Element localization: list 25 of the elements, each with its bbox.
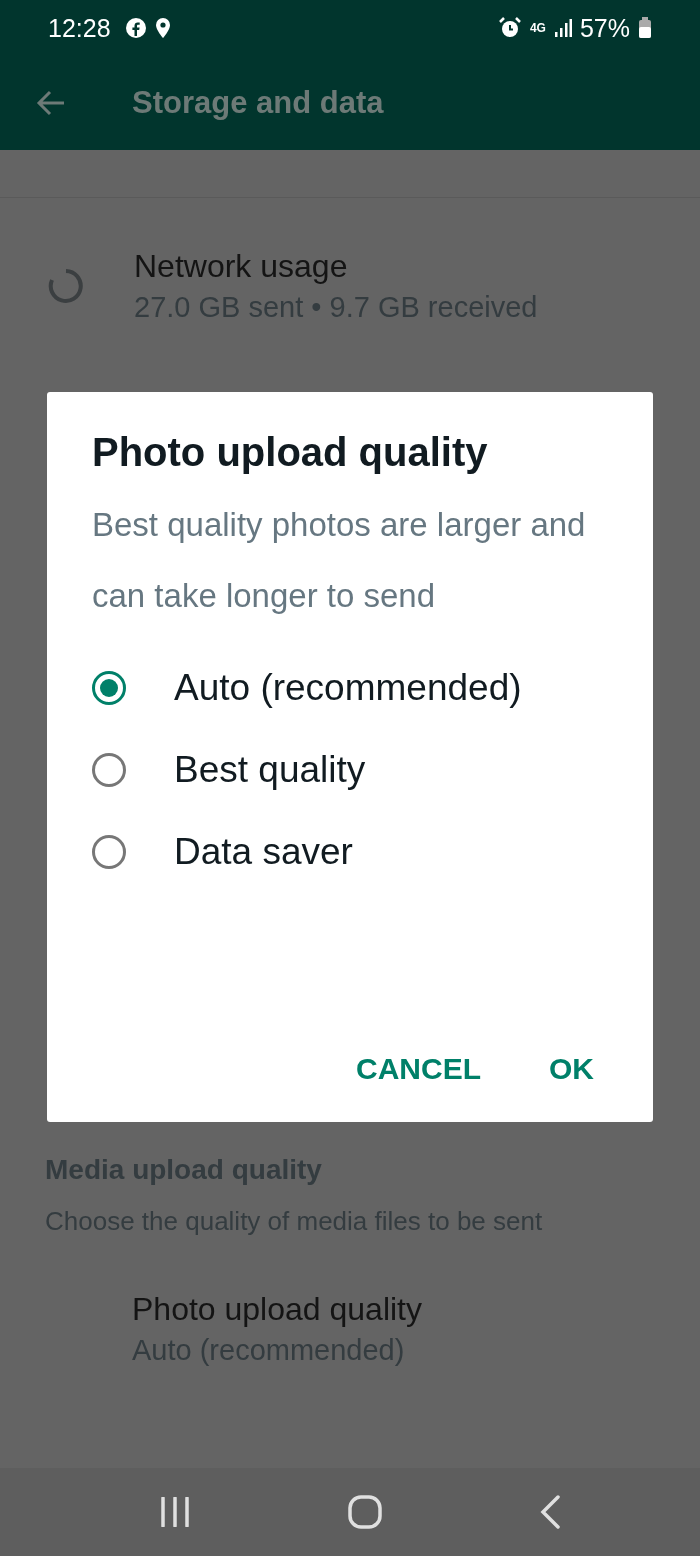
dialog-title: Photo upload quality <box>92 430 489 475</box>
radio-option[interactable]: Best quality <box>92 749 608 791</box>
item-title: Network usage <box>134 248 349 285</box>
clock-time: 12:28 <box>48 13 111 43</box>
facebook-icon <box>124 17 147 39</box>
screen-title: Storage and data <box>132 85 384 121</box>
location-pin-icon <box>154 17 171 39</box>
radio-button[interactable] <box>92 671 126 705</box>
back-icon[interactable] <box>539 1495 562 1529</box>
dialog-button[interactable]: CANCEL <box>342 1048 495 1090</box>
radio-option[interactable]: Data saver <box>92 831 608 873</box>
item-title: Photo upload quality <box>132 1291 422 1328</box>
network-type-label: 4G <box>529 21 546 35</box>
back-arrow-icon[interactable] <box>36 90 66 116</box>
battery-percentage: 57% <box>579 13 630 43</box>
home-icon[interactable] <box>348 1495 382 1529</box>
signal-bars-icon <box>553 18 572 38</box>
dialog-button[interactable]: OK <box>535 1048 608 1090</box>
recent-apps-icon[interactable] <box>158 1497 191 1527</box>
radio-button[interactable] <box>92 835 126 869</box>
radio-option[interactable]: Auto (recommended) <box>92 667 608 709</box>
dialog-message: Best quality photos are larger and can take longer to send <box>92 505 587 616</box>
battery-icon <box>638 17 652 39</box>
radio-button[interactable] <box>92 753 126 787</box>
alarm-clock-icon <box>497 16 522 40</box>
